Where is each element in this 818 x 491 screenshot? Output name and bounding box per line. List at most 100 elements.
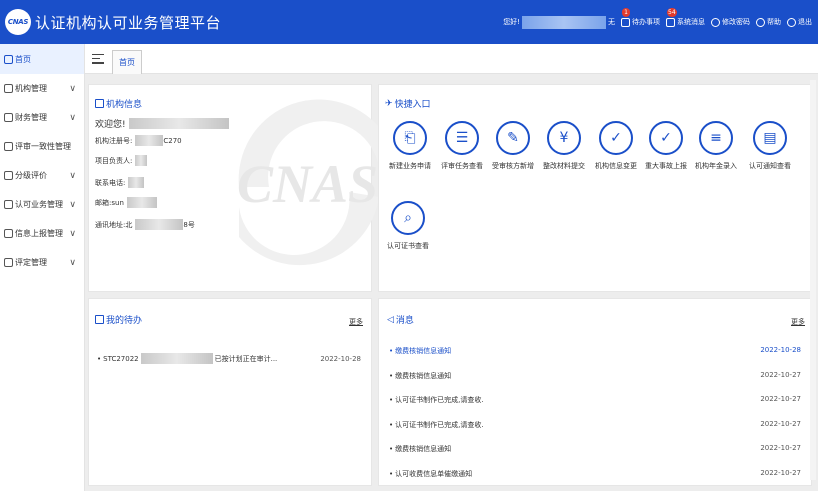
user-greeting: 您好! 无: [503, 15, 615, 29]
org-name-mask: [128, 118, 229, 129]
sidebar-item-accreditation[interactable]: 认可业务管理 ∨: [0, 190, 84, 219]
chevron-down-icon: ∨: [69, 83, 76, 94]
system-message-label: 系统消息: [677, 18, 705, 26]
sidebar-item-info-report[interactable]: 信息上报管理 ∨: [0, 219, 84, 248]
message-item[interactable]: • 缴费核销信息通知 2022-10-28: [389, 346, 801, 356]
message-item[interactable]: • 认可证书制作已完成,请查收. 2022-10-27: [389, 395, 801, 405]
message-item[interactable]: • 缴费核销信息通知 2022-10-27: [389, 371, 801, 381]
app-title: 认证机构认可业务管理平台: [35, 13, 222, 32]
tab-bar: 首页: [85, 44, 818, 74]
sidebar: 首页 机构管理 ∨ 财务管理 ∨ 评审一致性管理 分级评价 ∨ 认可业务管理 ∨…: [0, 44, 85, 491]
messages-more-link[interactable]: 更多: [791, 317, 805, 327]
help-link[interactable]: 帮助: [756, 17, 781, 27]
address: 通讯地址: 北 8号: [95, 219, 195, 230]
clipboard-icon: ▤: [753, 121, 787, 155]
quick-link-label: 新建业务申请: [389, 162, 431, 170]
sidebar-item-label: 信息上报管理: [15, 229, 63, 238]
todo-list-icon: [95, 315, 104, 324]
quick-link-7[interactable]: ≡ 机构年金录入: [691, 121, 741, 171]
chevron-down-icon: ∨: [69, 228, 76, 239]
quick-link-6[interactable]: ✓ 重大事故上报: [641, 121, 691, 171]
quick-link-5[interactable]: ✓ 机构信息变更: [591, 121, 641, 171]
messages-title: ◁ 消息: [387, 314, 414, 327]
sidebar-item-consistency[interactable]: 评审一致性管理: [0, 132, 84, 161]
quick-link-1[interactable]: ⎗ 新建业务申请: [385, 121, 435, 171]
sidebar-item-assessment[interactable]: 评定管理 ∨: [0, 248, 84, 277]
page-scrollbar[interactable]: [810, 80, 816, 480]
sidebar-item-label: 财务管理: [15, 113, 47, 122]
quick-link-8[interactable]: ▤ 认可通知查看: [745, 121, 795, 171]
message-item[interactable]: • 认可收费信息单催缴通知 2022-10-27: [389, 469, 801, 479]
messages-panel: ◁ 消息 更多 • 缴费核销信息通知 2022-10-28 • 缴费核销信息通知 202…: [378, 298, 812, 486]
payment-icon: ¥: [547, 121, 581, 155]
todo-item[interactable]: • STC27022 已按计划正在审计... 2022-10-28: [97, 353, 361, 364]
user-name-mask: [522, 15, 606, 29]
phone-mask: [128, 177, 145, 188]
quick-link-label: 机构年金录入: [695, 162, 737, 170]
quick-links-panel: ✈ 快捷入口 ⎗ 新建业务申请 ☰ 评审任务查看 ✎ 受审核方新增 ¥ 整改材料提交 ✓ 机构信息…: [378, 84, 812, 292]
quick-link-3[interactable]: ✎ 受审核方新增: [488, 121, 538, 171]
email-mask: [126, 197, 157, 208]
message-item[interactable]: • 缴费核销信息通知 2022-10-27: [389, 444, 801, 454]
message-item[interactable]: • 认可证书制作已完成,请查收. 2022-10-27: [389, 420, 801, 430]
quick-link-9[interactable]: ⌕ 认可证书查看: [383, 201, 433, 251]
shield-check-icon: ✓: [599, 121, 633, 155]
system-message-link[interactable]: 54 系统消息: [666, 8, 705, 27]
quick-link-4[interactable]: ¥ 整改材料提交: [539, 121, 589, 171]
org-info-panel: CNAS 机构信息 欢迎您! 机构注册号: C270 项目负责人: 联系电话: …: [88, 84, 379, 292]
sidebar-item-home[interactable]: 首页: [0, 44, 84, 74]
todo-link-label: 待办事项: [632, 18, 660, 26]
welcome-line: 欢迎您!: [95, 117, 229, 130]
cnas-logo-icon: CNAS: [5, 9, 31, 35]
finance-icon: [4, 113, 13, 122]
sidebar-item-label: 评审一致性管理: [15, 142, 71, 151]
menu-toggle-icon[interactable]: [92, 53, 104, 64]
header-actions: 您好! 无 1 待办事项 54 系统消息 修改密码 帮助 退出: [503, 0, 812, 44]
lock-icon: [711, 17, 720, 27]
quick-link-label: 受审核方新增: [492, 162, 534, 170]
logout-link[interactable]: 退出: [787, 17, 812, 27]
sidebar-item-label: 机构管理: [15, 84, 47, 93]
project-leader: 项目负责人:: [95, 155, 148, 166]
sidebar-item-label: 分级评价: [15, 171, 47, 180]
document-new-icon: ⎗: [393, 121, 427, 155]
chevron-down-icon: ∨: [69, 199, 76, 210]
sidebar-item-finance[interactable]: 财务管理 ∨: [0, 103, 84, 132]
reg-no-mask: [135, 135, 164, 146]
report-icon: [4, 229, 13, 238]
sidebar-item-label: 认可业务管理: [15, 200, 63, 209]
svg-text:CNAS: CNAS: [237, 154, 378, 214]
tab-home[interactable]: 首页: [112, 49, 142, 74]
quick-link-label: 整改材料提交: [543, 162, 585, 170]
business-icon: [4, 200, 13, 209]
quick-link-2[interactable]: ☰ 评审任务查看: [437, 121, 487, 171]
contact-phone: 联系电话:: [95, 177, 145, 188]
todo-panel: 我的待办 更多 • STC27022 已按计划正在审计... 2022-10-2…: [88, 298, 372, 486]
org-tree-icon: [4, 84, 13, 93]
change-password-link[interactable]: 修改密码: [711, 17, 750, 27]
todo-title: 我的待办: [95, 313, 142, 326]
search-document-icon: ⌕: [391, 201, 425, 235]
sidebar-item-org-management[interactable]: 机构管理 ∨: [0, 74, 84, 103]
building-icon: [95, 99, 104, 108]
chevron-down-icon: ∨: [69, 112, 76, 123]
email: 邮箱: sun: [95, 197, 157, 208]
greeting-suffix: 无: [608, 18, 615, 26]
megaphone-icon: ◁: [387, 314, 394, 325]
edit-icon: ✎: [496, 121, 530, 155]
sidebar-item-grading[interactable]: 分级评价 ∨: [0, 161, 84, 190]
todo-link[interactable]: 1 待办事项: [621, 8, 660, 27]
leader-mask: [135, 155, 148, 166]
org-info-title: 机构信息: [95, 97, 142, 110]
quick-link-label: 认可通知查看: [749, 162, 791, 170]
todo-icon: [621, 17, 630, 27]
todo-text-mask: [140, 353, 213, 364]
send-icon: ✈: [385, 98, 393, 109]
rating-icon: [4, 171, 13, 180]
cnas-watermark: CNAS: [237, 99, 379, 266]
quick-link-label: 评审任务查看: [441, 162, 483, 170]
home-icon: [4, 54, 13, 64]
quick-link-label: 认可证书查看: [387, 242, 429, 250]
help-label: 帮助: [767, 18, 781, 26]
todo-more-link[interactable]: 更多: [349, 317, 363, 327]
